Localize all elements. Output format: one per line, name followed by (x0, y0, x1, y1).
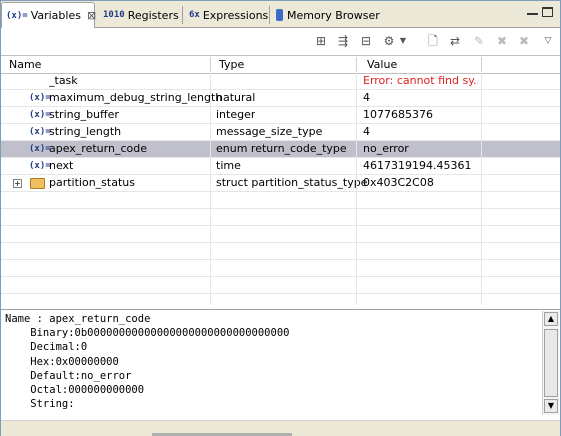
column-gridline (356, 73, 357, 305)
column-gridline (481, 73, 482, 305)
table-row[interactable]: _task Error: cannot find sy... (1, 73, 560, 90)
scroll-up-icon[interactable]: ▲ (544, 312, 558, 326)
table-row[interactable]: (x)= next time 4617319194.45361 (1, 158, 560, 175)
column-divider[interactable] (210, 57, 211, 72)
tab-memory-browser-label: Memory Browser (287, 8, 380, 22)
detail-line-string: String: (5, 398, 75, 411)
add-global-variables-icon[interactable]: ⇄ (447, 34, 463, 48)
variable-icon: (x)= (29, 161, 51, 171)
maximize-button[interactable] (542, 7, 553, 17)
variables-icon: (x)= (6, 10, 28, 21)
struct-icon (30, 178, 45, 189)
table-row-empty (1, 277, 560, 294)
variable-name: string_buffer (49, 108, 119, 121)
tab-expressions-label: Expressions (202, 8, 269, 22)
scroll-thumb[interactable] (544, 329, 558, 397)
variable-name: next (49, 159, 74, 172)
column-gridline (210, 73, 211, 305)
detail-line-hex: Hex:0x00000000 (5, 355, 119, 368)
remove-all-icon[interactable]: ✖ (516, 34, 532, 48)
tab-separator (182, 6, 183, 24)
detail-line-name: Name : apex_return_code (5, 313, 151, 325)
remove-global-icon[interactable]: ✎ (471, 34, 487, 48)
minimize-button[interactable] (527, 7, 538, 15)
variable-value: 4617319194.45361 (363, 159, 472, 172)
variable-type: struct partition_status_type (216, 176, 368, 189)
table-row-empty (1, 243, 560, 260)
variable-name: partition_status (49, 176, 135, 189)
variables-table: _task Error: cannot find sy... (x)= maxi… (1, 73, 560, 305)
table-row-empty (1, 260, 560, 277)
column-divider[interactable] (481, 57, 482, 72)
tab-strip: (x)= Variables ⊠ 1010 Registers 6x Expre… (1, 1, 560, 28)
column-header-name[interactable]: Name (9, 57, 41, 72)
variable-value: 0x403C2C08 (363, 176, 434, 189)
column-divider[interactable] (356, 57, 357, 72)
tab-registers-label: Registers (127, 8, 179, 22)
tab-variables-label: Variables (30, 9, 81, 22)
detail-line-binary: Binary:0b0000000000000000000000000000000… (5, 327, 290, 340)
layout-menu-icon[interactable]: ⚙ (381, 34, 397, 48)
table-row[interactable]: + partition_status struct partition_stat… (1, 175, 560, 192)
scroll-down-icon[interactable]: ▼ (544, 399, 558, 413)
remove-icon[interactable]: ✖ (494, 34, 510, 48)
variable-value: no_error (363, 142, 409, 155)
variable-type: natural (216, 91, 256, 104)
variable-icon: (x)= (29, 93, 51, 103)
table-row-empty (1, 209, 560, 226)
registers-icon: 1010 (103, 10, 125, 20)
toolbar: ⊞ ⇶ ⊟ ⚙ ▼ 🗋 ⇄ ✎ ✖ ✖ ▽ (1, 28, 560, 54)
memory-icon (276, 9, 283, 21)
column-header-value[interactable]: Value (367, 57, 397, 72)
variable-name: apex_return_code (49, 142, 147, 155)
table-row-empty (1, 226, 560, 243)
column-header-type[interactable]: Type (219, 57, 244, 72)
table-row[interactable]: (x)= maximum_debug_string_length natural… (1, 90, 560, 107)
variable-type: time (216, 159, 241, 172)
show-logical-structure-icon[interactable]: ⇶ (335, 34, 351, 48)
variable-value: Error: cannot find sy... (363, 74, 478, 87)
variable-value: 4 (363, 125, 370, 138)
table-row-empty (1, 192, 560, 209)
detail-line-default: Default:no_error (5, 369, 132, 382)
variable-value: 1077685376 (363, 108, 433, 121)
detail-line-decimal: Decimal:0 (5, 341, 88, 354)
variable-icon: (x)= (29, 144, 51, 154)
detail-text[interactable]: Name : apex_return_code Binary:0b0000000… (1, 310, 560, 413)
chevron-down-icon[interactable]: ▼ (399, 34, 407, 48)
view-menu-icon[interactable]: ▽ (540, 34, 556, 48)
variable-type: enum return_code_type (216, 142, 347, 155)
variable-name: _task (49, 74, 78, 87)
tab-separator (269, 6, 270, 24)
detail-line-octal: Octal:000000000000 (5, 384, 145, 397)
variable-name: maximum_debug_string_length (49, 91, 223, 104)
show-type-names-icon[interactable]: ⊞ (313, 34, 329, 48)
expand-icon[interactable]: + (13, 179, 22, 188)
tab-memory-browser[interactable]: Memory Browser (272, 4, 384, 26)
detail-pane[interactable]: Name : apex_return_code Binary:0b0000000… (1, 309, 560, 418)
variable-type: message_size_type (216, 125, 323, 138)
table-row-selected[interactable]: (x)= apex_return_code enum return_code_t… (1, 141, 560, 158)
tab-variables[interactable]: (x)= Variables ⊠ (1, 2, 96, 28)
new-expression-icon[interactable]: 🗋 (425, 34, 441, 48)
variable-value: 4 (363, 91, 370, 104)
variables-view: (x)= Variables ⊠ 1010 Registers 6x Expre… (0, 0, 561, 436)
variable-icon: (x)= (29, 127, 51, 137)
variable-type: integer (216, 108, 256, 121)
table-row[interactable]: (x)= string_buffer integer 1077685376 (1, 107, 560, 124)
detail-scrollbar[interactable]: ▲ ▼ (542, 311, 559, 415)
table-row[interactable]: (x)= string_length message_size_type 4 (1, 124, 560, 141)
collapse-all-icon[interactable]: ⊟ (358, 34, 374, 48)
tab-registers[interactable]: 1010 Registers (99, 4, 183, 26)
variable-name: string_length (49, 125, 122, 138)
expressions-icon: 6x (189, 10, 200, 20)
variable-icon: (x)= (29, 110, 51, 120)
tab-expressions[interactable]: 6x Expressions (185, 4, 272, 26)
table-header: Name Type Value (1, 55, 560, 74)
close-icon[interactable]: ⊠ (87, 9, 96, 22)
